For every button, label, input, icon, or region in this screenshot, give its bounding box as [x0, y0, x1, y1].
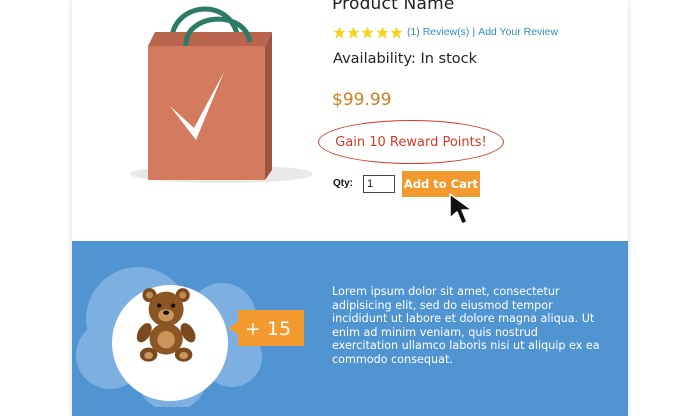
- star-icon: [347, 26, 360, 38]
- star-icon: [376, 26, 389, 38]
- reward-points-callout: Gain 10 Reward Points!: [318, 120, 504, 164]
- star-icon: [390, 26, 403, 38]
- promo-section: + 15 Lorem ipsum dolor sit amet, consect…: [72, 241, 628, 416]
- product-title: Product Name: [332, 0, 455, 14]
- link-separator: |: [472, 26, 476, 38]
- promo-description: Lorem ipsum dolor sit amet, consectetur …: [332, 285, 600, 366]
- rating-row: (1) Review(s) | Add Your Review: [333, 24, 558, 40]
- reviews-link[interactable]: (1) Review(s): [407, 26, 469, 38]
- shopping-bag-icon: [130, 6, 312, 183]
- quantity-input[interactable]: [363, 175, 395, 193]
- add-review-link[interactable]: Add Your Review: [478, 26, 558, 38]
- mouse-pointer-icon: [449, 193, 473, 225]
- product-card: Product Name (1) Review(s) | Add Your Re…: [72, 0, 628, 416]
- product-price: $99.99: [332, 90, 392, 110]
- reward-points-text: Gain 10 Reward Points!: [335, 134, 487, 150]
- star-icon: [333, 26, 346, 38]
- star-icon: [361, 26, 374, 38]
- availability-status: Availability: In stock: [333, 51, 478, 67]
- points-badge-text: + 15: [244, 318, 292, 340]
- teddy-bear-icon: [136, 288, 196, 362]
- qty-label: Qty:: [333, 178, 353, 189]
